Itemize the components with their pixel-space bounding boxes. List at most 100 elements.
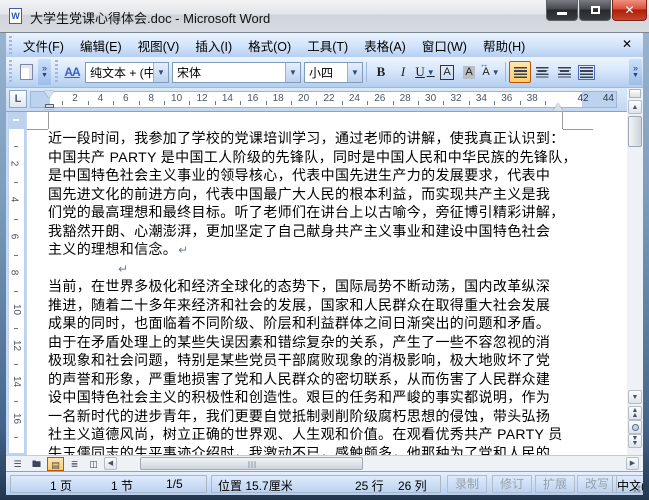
toolbar-grip[interactable] [8, 36, 13, 54]
tab-selector-button[interactable]: L [9, 90, 27, 108]
menu-item[interactable]: 插入(I) [187, 33, 240, 58]
dropdown-arrow-icon[interactable]: ▼ [285, 62, 300, 82]
new-document-button[interactable] [15, 61, 37, 83]
status-mode-0[interactable]: 录制 [447, 475, 487, 493]
resize-grip-icon[interactable] [631, 483, 641, 493]
character-shading-button[interactable]: A [458, 61, 480, 83]
menu-item[interactable]: 窗口(W) [414, 33, 475, 58]
horizontal-scroll-thumb[interactable] [140, 457, 363, 470]
styles-and-formatting-button[interactable]: AA [61, 61, 83, 83]
bold-button[interactable]: B [370, 61, 392, 83]
reading-layout-view-button[interactable]: ◫ [85, 457, 102, 471]
toolbar-grip[interactable] [8, 60, 13, 84]
ruler-number: 16 [247, 93, 259, 104]
ruler-number: 28 [399, 93, 411, 104]
status-bar: 1 页 1 节 1/5 位置 15.7厘米 25 行 26 列 录制 修订 扩展 改写… [6, 471, 643, 495]
menu-item[interactable]: 格式(O) [240, 33, 299, 58]
document-line[interactable]: 主义的理想和信念。↵ [48, 240, 189, 259]
italic-button[interactable]: I [392, 61, 414, 83]
normal-view-button[interactable]: ☰ [9, 457, 26, 471]
document-line[interactable]: 我豁然开朗、心潮澎湃，更加坚定了自己献身共产主义事业和建设中国特色社会 [48, 222, 550, 241]
ruler-tick [138, 101, 140, 105]
style-value: 纯文本 + (中 [90, 65, 153, 80]
align-center-button[interactable] [531, 61, 553, 83]
scroll-right-icon: ▶ [629, 460, 636, 467]
vertical-scroll-thumb[interactable] [628, 116, 642, 147]
menu-item[interactable]: 表格(A) [356, 33, 414, 58]
vertical-ruler[interactable]: 2 4 6 8 10 12 14 16 [8, 112, 26, 455]
ruler-tick [14, 145, 18, 147]
menu-item[interactable]: 工具(T) [299, 33, 356, 58]
vertical-scrollbar[interactable]: ▲ ▼ ▲ ▲ ▼ ▼ [627, 88, 643, 455]
right-indent-marker[interactable] [552, 98, 563, 111]
scroll-right-button[interactable]: ▶ [626, 457, 639, 470]
close-button[interactable]: ✕ [612, 0, 647, 21]
menu-item[interactable]: 文件(F) [15, 33, 72, 58]
font-size-combobox[interactable]: 小四 ▼ [304, 61, 363, 83]
document-line[interactable]: 国先进文化的前进方向，代表中国最广大人民的根本利益，而实现共产主义是我 [48, 185, 550, 204]
document-line[interactable]: 极现象和社会问题，特别是某些党员干部腐败现象的消极影响，极大地败坏了党 [48, 351, 550, 370]
document-line[interactable]: 成果的同时，也面临着不同阶级、阶层和利益群体之间日渐突出的问题和矛盾。 [48, 314, 550, 333]
document-line[interactable]: 们党的最高理想和最终目标。听了老师们在讲台上以古喻今，旁征博引精彩讲解， [48, 203, 565, 222]
menu-item[interactable]: 编辑(E) [72, 33, 130, 58]
scroll-down-icon: ▼ [631, 393, 639, 401]
ruler-tick [14, 437, 18, 438]
toolbar-options-button[interactable]: » ▼ [629, 59, 642, 85]
ruler-tick [87, 101, 89, 105]
character-border-button[interactable]: A [436, 61, 458, 83]
toolbar-options-button[interactable]: » ▼ [38, 59, 51, 85]
web-layout-view-button[interactable]: 🖿 [28, 457, 45, 471]
document-line[interactable]: ↵ [117, 259, 128, 278]
document-line[interactable]: 推进，随着二十多年来经济和社会的发展，国家和人民群众在取得重大社会发展 [48, 296, 550, 315]
underline-button[interactable]: U ▼ [414, 61, 436, 83]
scroll-down-button[interactable]: ▼ [628, 390, 642, 404]
style-combobox[interactable]: 纯文本 + (中 ▼ [85, 61, 169, 83]
font-combobox[interactable]: 宋体 ▼ [172, 61, 301, 83]
status-mode-2[interactable]: 扩展 [535, 475, 575, 493]
menu-item[interactable]: 帮助(H) [475, 33, 533, 58]
chevron-right-icon: » [41, 63, 47, 73]
minimize-button[interactable] [546, 0, 578, 21]
close-document-icon[interactable]: ✕ [619, 37, 635, 51]
document-line[interactable]: 一名新时代的进步青年，我们更要自觉抵制剥削阶级腐朽思想的侵蚀，带头弘扬 [48, 407, 550, 426]
select-browse-object-button[interactable] [628, 420, 642, 434]
ruler-number: 14 [221, 93, 233, 104]
align-right-icon [558, 67, 571, 78]
split-handle[interactable] [629, 89, 641, 98]
document-line[interactable]: 由于在矛盾处理上的某些失误因素和错综复杂的关系，产生了一些不容忽视的消 [48, 333, 550, 352]
dropdown-arrow-icon[interactable]: ▼ [427, 68, 435, 77]
line-text: 国先进文化的前进方向，代表中国最广大人民的根本利益，而实现共产主义是我 [48, 185, 551, 202]
font-value: 宋体 [177, 65, 202, 80]
toolbar-grip[interactable] [54, 60, 59, 84]
document-line[interactable]: 当前，在世界多极化和经济全球化的态势下，国际局势不断动荡，国内改革纵深 [48, 277, 550, 296]
dropdown-arrow-icon[interactable]: ▼ [347, 62, 362, 82]
maximize-button[interactable] [579, 0, 611, 21]
print-layout-view-button[interactable]: ▤ [47, 457, 64, 471]
status-mode-1[interactable]: 修订 [492, 475, 532, 493]
document-line[interactable]: 社主义道德风尚，树立正确的世界观、人生观和价值。在观看优秀共产 PARTY 员 [48, 425, 563, 444]
distribute-button[interactable] [575, 61, 597, 83]
dropdown-arrow-icon[interactable]: ▼ [153, 62, 168, 82]
next-page-button[interactable]: ▼ ▼ [628, 434, 642, 448]
scroll-left-button[interactable]: ◀ [104, 457, 117, 470]
document-line[interactable]: 设中国特色社会主义的积极性和创造性。艰巨的任务和严峻的事实都说明，作为 [48, 388, 550, 407]
align-left-button[interactable] [509, 61, 531, 83]
previous-page-button[interactable]: ▲ ▲ [628, 406, 642, 420]
line-text: 设中国特色社会主义的积极性和创造性。艰巨的任务和严峻的事实都说明，作为 [48, 389, 551, 405]
line-text: 成果的同时，也面临着不同阶级、阶层和利益群体之间日渐突出的问题和矛盾。 [48, 315, 551, 331]
outline-view-button[interactable]: ≣ [66, 457, 83, 471]
document-line[interactable]: 是中国特色社会主义事业的领导核心，代表中国先进生产力的发展要求，代表中 [48, 166, 550, 185]
menu-item[interactable]: 视图(V) [130, 33, 188, 58]
dropdown-arrow-icon[interactable]: ▼ [492, 68, 500, 77]
scroll-up-button[interactable]: ▲ [628, 100, 642, 114]
document-line[interactable]: 中国共产 PARTY 是中国工人阶级的先锋队，同时是中国人民和中华民族的先锋队， [48, 148, 577, 167]
left-indent-marker[interactable] [44, 104, 54, 108]
document-line[interactable]: 的声誉和形象，严重地损害了党和人民群众的密切联系，从而伤害了人民群众建 [48, 370, 550, 389]
status-mode-3[interactable]: 改写 [577, 475, 617, 493]
horizontal-ruler[interactable]: 2 4 6 8 10 12 14 16 18 20 22 24 26 28 30 32 34 36 38 42 44 [30, 91, 617, 111]
document-page[interactable]: 近一段时间，我参加了学校的党课培训学习，通过老师的讲解，使我真正认识到： 中国共产… [27, 112, 627, 455]
character-scaling-button[interactable]: ↔ A ▼ [479, 59, 502, 83]
document-line[interactable]: 牛玉儒同志的生平事迹介绍时，我激动不已，感触颇多，他那种为了党和人民的 [48, 444, 550, 456]
align-right-button[interactable] [553, 61, 575, 83]
document-line[interactable]: 近一段时间，我参加了学校的党课培训学习，通过老师的讲解，使我真正认识到： [48, 129, 565, 148]
